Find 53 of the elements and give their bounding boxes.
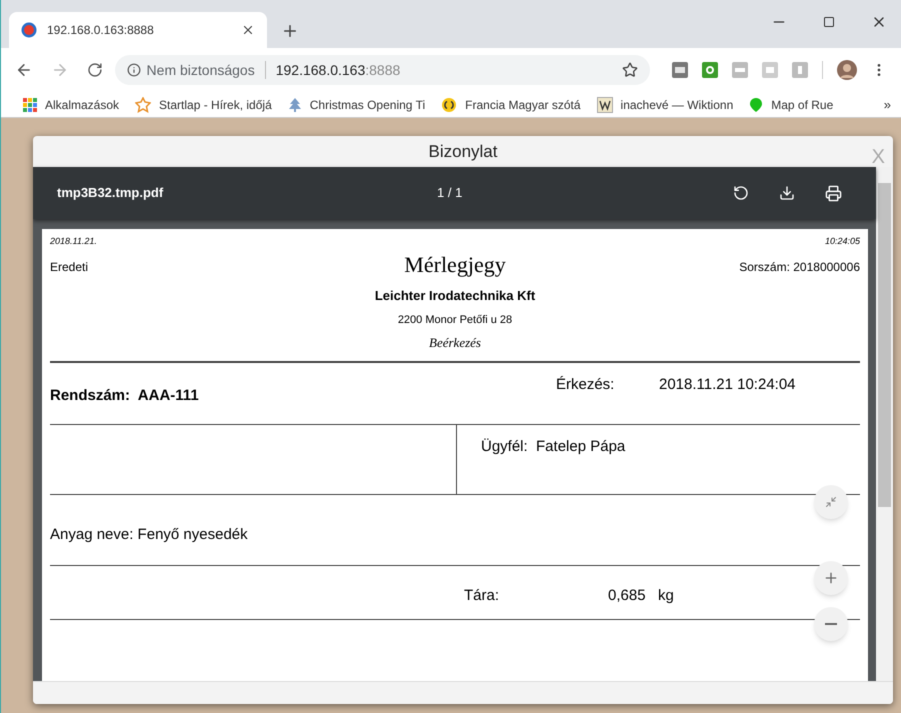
bookmark-item[interactable]: Map of Rue	[749, 96, 834, 114]
direction-label: Beérkezés	[429, 334, 481, 352]
url-text: 192.168.0.163:8888	[276, 60, 402, 80]
more-bookmarks[interactable]: »	[884, 94, 891, 114]
address-bar[interactable]: Nem biztonságos 192.168.0.163:8888	[114, 55, 650, 85]
plus-icon	[823, 570, 839, 586]
scrollbar[interactable]	[876, 167, 893, 681]
print-date: 2018.11.21.	[50, 235, 98, 248]
rotate-icon[interactable]	[733, 185, 749, 201]
arrival-label: Érkezés:	[556, 375, 614, 395]
print-icon[interactable]	[825, 184, 842, 202]
avatar-icon[interactable]	[837, 60, 857, 80]
star-badge-icon	[135, 96, 152, 112]
bookmark-star-icon[interactable]	[622, 62, 638, 78]
site-icon	[21, 22, 37, 38]
tree-icon	[288, 96, 302, 112]
plate-number: Rendszám: AAA-111	[50, 386, 199, 406]
document-title: Mérlegjegy	[404, 253, 506, 277]
grid-icon	[23, 98, 37, 112]
shrink-icon	[825, 496, 837, 508]
company-name: Leichter Irodatechnika Kft	[374, 287, 536, 305]
minus-icon	[825, 623, 837, 625]
copy-label: Eredeti	[50, 258, 90, 276]
print-time: 10:24:05	[824, 235, 860, 248]
material-name: Anyag neve: Fenyő nyesedék	[50, 524, 248, 545]
dialog-title: Bizonylat	[428, 140, 498, 163]
maximize-icon[interactable]	[823, 16, 835, 28]
reload-icon[interactable]	[86, 62, 103, 78]
map-pin-icon	[749, 96, 764, 112]
info-icon	[126, 63, 141, 77]
tare-label: Tára:	[464, 586, 500, 606]
bookmark-item[interactable]: Francia Magyar szótá	[441, 96, 581, 114]
serial-number: Sorszám: 2018000006	[739, 258, 860, 276]
tare-value: 0,685 kg	[608, 586, 674, 606]
tab-title: 192.168.0.163:8888	[47, 22, 155, 39]
extension-icon[interactable]	[672, 62, 688, 78]
browser-tab[interactable]: 192.168.0.163:8888	[9, 12, 267, 48]
download-icon[interactable]	[779, 185, 795, 201]
back-icon[interactable]	[15, 61, 33, 79]
coin-icon	[441, 96, 458, 112]
customer: Ügyfél: Fatelep Pápa	[481, 437, 626, 457]
company-address: 2200 Monor Petőfi u 28	[398, 312, 512, 328]
pdf-filename: tmp3B32.tmp.pdf	[57, 184, 164, 202]
page-counter: 1 / 1	[437, 184, 462, 202]
bookmark-item[interactable]: Alkalmazások	[23, 96, 120, 114]
bookmark-item[interactable]: Startlap - Hírek, időjá	[135, 96, 272, 114]
security-label: Nem biztonságos	[146, 60, 255, 80]
new-tab-icon[interactable]	[281, 22, 299, 40]
bookmark-item[interactable]: Christmas Opening Ti	[288, 96, 426, 114]
close-icon[interactable]	[241, 23, 255, 37]
arrival-time: 2018.11.21 10:24:04	[659, 375, 796, 395]
bookmark-item[interactable]: inachevé — Wiktionn	[596, 96, 734, 114]
wiki-icon	[596, 96, 613, 112]
